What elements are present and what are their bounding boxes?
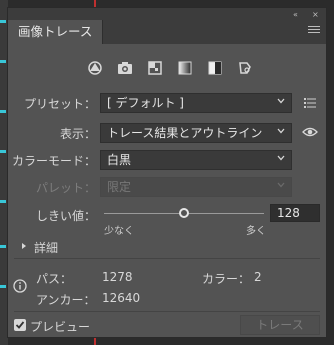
palette-value: 限定 xyxy=(107,180,132,194)
chevron-right-icon xyxy=(22,243,26,249)
advanced-label: 詳細 xyxy=(34,241,59,255)
black-white-icon[interactable] xyxy=(206,59,224,77)
threshold-value-input[interactable]: 128 xyxy=(270,204,320,222)
chevron-down-icon xyxy=(277,182,285,188)
paths-label: パス： xyxy=(36,272,73,286)
guide-line xyxy=(94,338,96,345)
preview-label: プレビュー xyxy=(30,320,91,334)
colors-label: カラー： xyxy=(202,272,251,286)
view-dropdown[interactable]: トレース結果とアウトライン xyxy=(100,123,292,143)
grayscale-icon[interactable] xyxy=(176,59,194,77)
color-mode-label: カラーモード： xyxy=(11,154,96,168)
preset-label: プリセット： xyxy=(23,97,96,111)
anchors-value: 12640 xyxy=(102,291,141,305)
color-mode-dropdown[interactable]: 白黒 xyxy=(100,150,292,170)
chevron-down-icon xyxy=(277,128,285,134)
panel-menu-icon[interactable] xyxy=(308,24,320,35)
outline-icon[interactable] xyxy=(236,59,254,77)
chevron-down-icon xyxy=(277,155,285,161)
auto-color-icon[interactable] xyxy=(86,59,104,77)
canvas-artwork xyxy=(0,60,6,63)
canvas-artwork xyxy=(0,200,6,203)
threshold-slider-thumb[interactable] xyxy=(179,208,190,218)
colors-value: 2 xyxy=(254,270,262,284)
canvas-artwork xyxy=(0,110,6,113)
threshold-label: しきい値： xyxy=(35,209,96,223)
palette-label: パレット： xyxy=(35,181,96,195)
paths-value: 1278 xyxy=(102,270,133,284)
preview-checkbox[interactable] xyxy=(14,319,26,331)
collapse-panel-button[interactable]: « xyxy=(293,10,298,20)
close-panel-button[interactable]: × xyxy=(312,10,319,20)
tab-image-trace[interactable]: 画像トレース xyxy=(8,20,104,44)
image-trace-panel: « × 画像トレース プリセット： [ デフォルト ] 表示： トレース結果とア… xyxy=(7,7,327,338)
preset-icon-row xyxy=(86,58,254,78)
color-mode-value: 白黒 xyxy=(107,153,132,167)
checkmark-icon xyxy=(15,321,25,329)
preset-dropdown[interactable]: [ デフォルト ] xyxy=(100,93,292,113)
threshold-slider[interactable] xyxy=(104,208,264,218)
manage-presets-icon[interactable] xyxy=(304,97,316,111)
threshold-max-label: 多く xyxy=(246,226,266,237)
view-label: 表示： xyxy=(59,127,96,141)
divider xyxy=(14,311,320,312)
view-value: トレース結果とアウトライン xyxy=(107,126,263,140)
canvas-artwork xyxy=(0,150,6,153)
canvas-artwork xyxy=(0,245,6,248)
preset-value: [ デフォルト ] xyxy=(107,96,184,110)
panel-tab-bar: « × 画像トレース xyxy=(8,8,326,44)
palette-dropdown: 限定 xyxy=(100,177,292,197)
threshold-min-label: 少なく xyxy=(104,226,134,237)
trace-button[interactable]: トレース xyxy=(240,315,320,335)
canvas-artwork xyxy=(0,20,6,23)
info-icon xyxy=(13,279,27,296)
anchors-label: アンカー： xyxy=(36,293,96,307)
chevron-down-icon xyxy=(277,98,285,104)
divider xyxy=(14,258,320,259)
eye-icon[interactable] xyxy=(302,126,318,141)
canvas-artwork xyxy=(0,285,6,288)
low-color-icon[interactable] xyxy=(146,59,164,77)
high-color-icon[interactable] xyxy=(116,59,134,77)
